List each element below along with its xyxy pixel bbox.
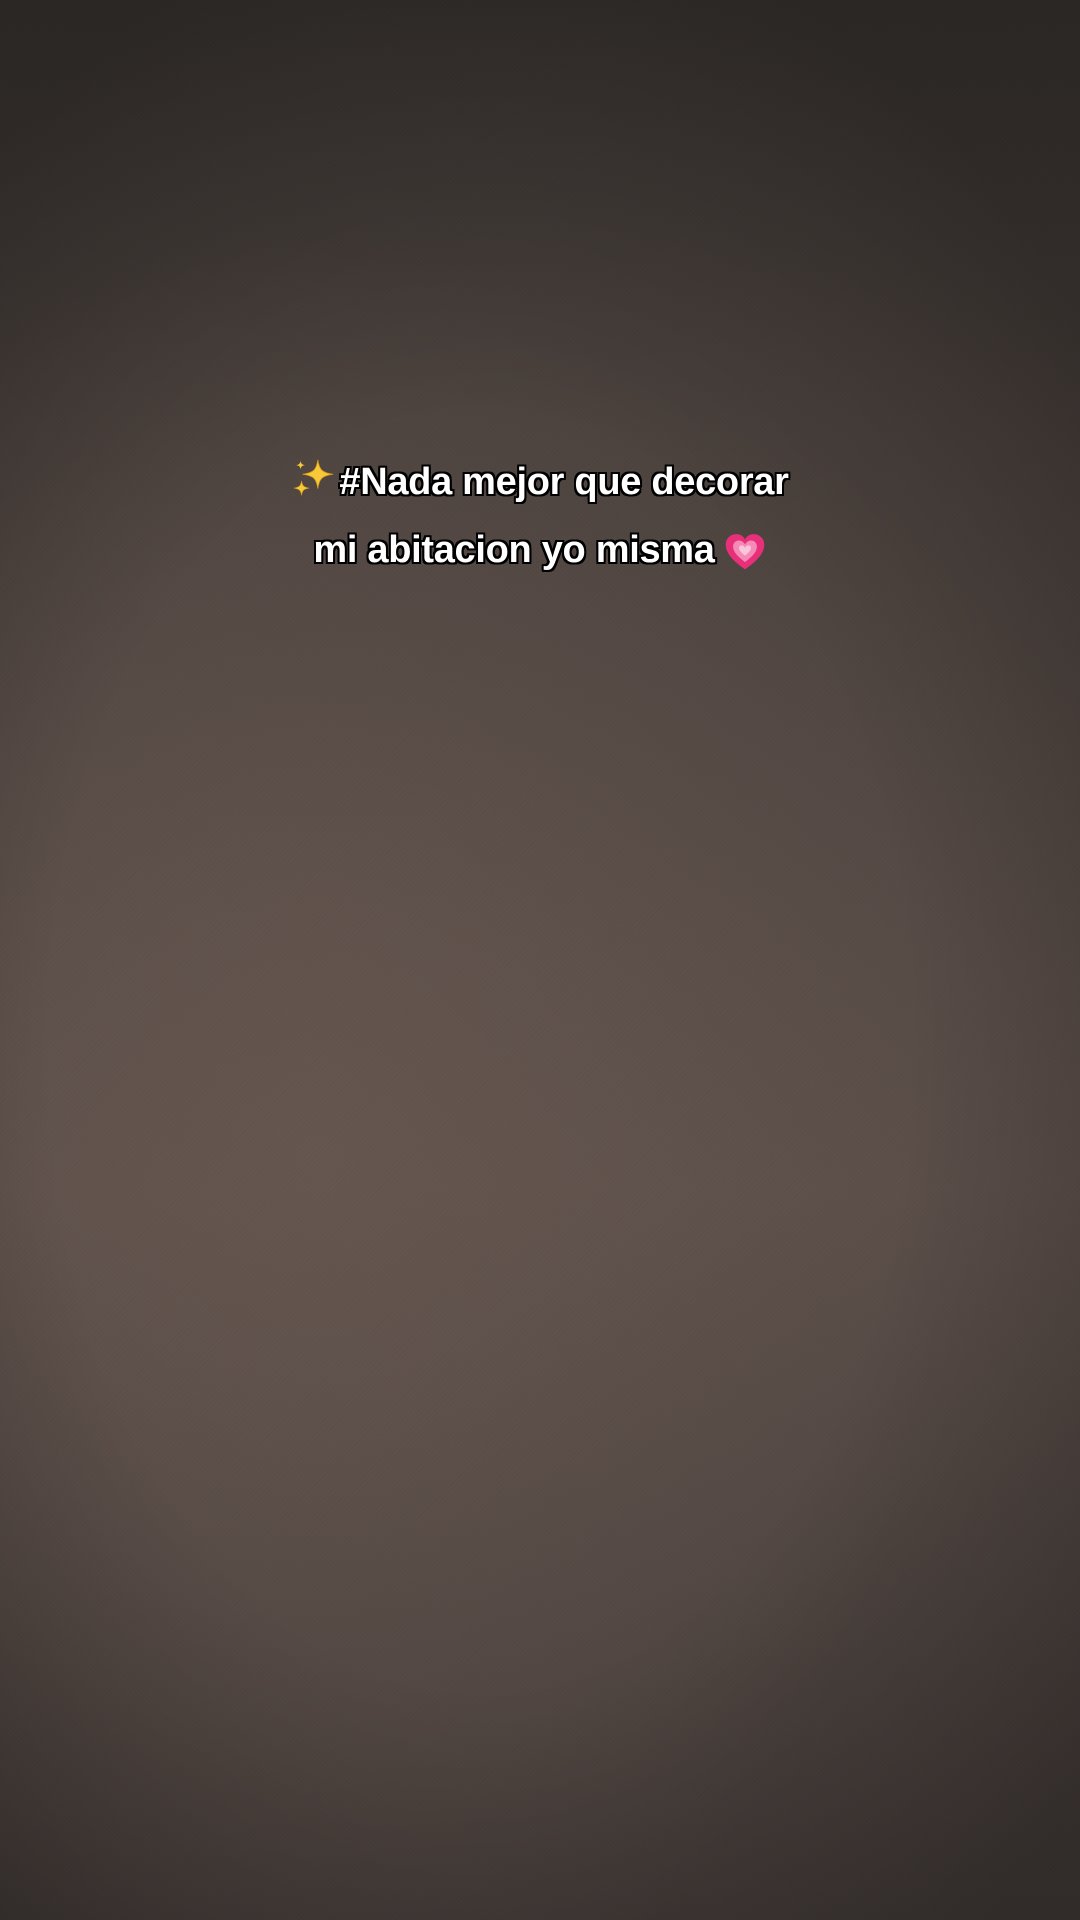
caption-line-2: mi abitacion yo misma: [0, 516, 1080, 584]
video-caption: #Nada mejor que decorar mi abitacion yo …: [0, 448, 1080, 584]
background-vignette: [0, 0, 1080, 1920]
background-texture: [0, 0, 1080, 1920]
caption-line-1-text: #Nada mejor que decorar: [339, 461, 789, 503]
sparkles-icon: [294, 459, 334, 496]
video-frame: #Nada mejor que decorar mi abitacion yo …: [0, 0, 1080, 1920]
caption-line-1: #Nada mejor que decorar: [0, 448, 1080, 516]
growing-heart-icon: [725, 534, 764, 570]
caption-line-2-text: mi abitacion yo misma: [313, 529, 715, 571]
